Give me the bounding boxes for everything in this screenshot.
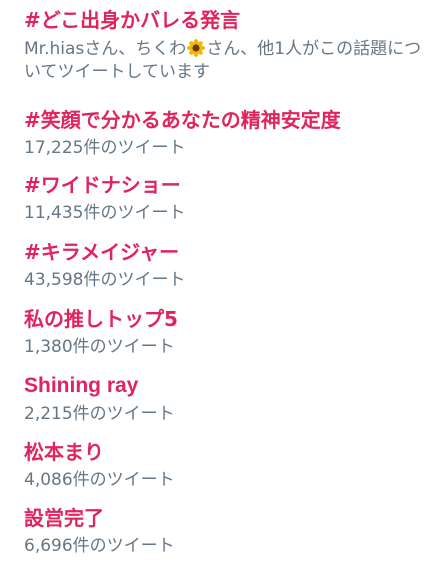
- tweet-count: 1,380件のツイート: [24, 337, 175, 357]
- trend-title[interactable]: #笑顔で分かるあなたの精神安定度: [24, 108, 431, 132]
- trend-item[interactable]: 設営完了 6,696件のツイート: [24, 506, 431, 557]
- trend-title[interactable]: #キラメイジャー: [24, 240, 431, 264]
- tweet-count: 6,696件のツイート: [24, 536, 175, 556]
- trend-context-text: Mr.hiasさん、ちくわ: [24, 39, 187, 59]
- trend-title[interactable]: 設営完了: [24, 506, 431, 530]
- trend-title[interactable]: 松本まり: [24, 440, 431, 464]
- trend-item[interactable]: #笑顔で分かるあなたの精神安定度 17,225件のツイート: [24, 108, 431, 159]
- trend-title[interactable]: #どこ出身かバレる発言: [24, 8, 431, 32]
- tweet-count: 17,225件のツイート: [24, 138, 186, 158]
- trend-item[interactable]: Shining ray 2,215件のツイート: [24, 374, 431, 425]
- trend-item[interactable]: #どこ出身かバレる発言 Mr.hiasさん、ちくわ さん、他1人がこの話題について…: [24, 8, 431, 84]
- trend-title[interactable]: #ワイドナショー: [24, 173, 431, 197]
- trend-context: Mr.hiasさん、ちくわ さん、他1人がこの話題についてツイートしています: [24, 38, 431, 84]
- trend-item[interactable]: #ワイドナショー 11,435件のツイート: [24, 173, 431, 224]
- trend-title[interactable]: Shining ray: [24, 374, 431, 398]
- trend-item[interactable]: 松本まり 4,086件のツイート: [24, 440, 431, 491]
- tweet-count: 2,215件のツイート: [24, 404, 175, 424]
- trend-title[interactable]: 私の推しトップ5: [24, 307, 431, 331]
- trend-item[interactable]: #キラメイジャー 43,598件のツイート: [24, 240, 431, 291]
- trends-list: #どこ出身かバレる発言 Mr.hiasさん、ちくわ さん、他1人がこの話題について…: [0, 0, 439, 571]
- tweet-count: 43,598件のツイート: [24, 270, 186, 290]
- sunflower-icon: [187, 39, 206, 57]
- tweet-count: 11,435件のツイート: [24, 203, 186, 223]
- trend-item[interactable]: 私の推しトップ5 1,380件のツイート: [24, 307, 431, 358]
- tweet-count: 4,086件のツイート: [24, 470, 175, 490]
